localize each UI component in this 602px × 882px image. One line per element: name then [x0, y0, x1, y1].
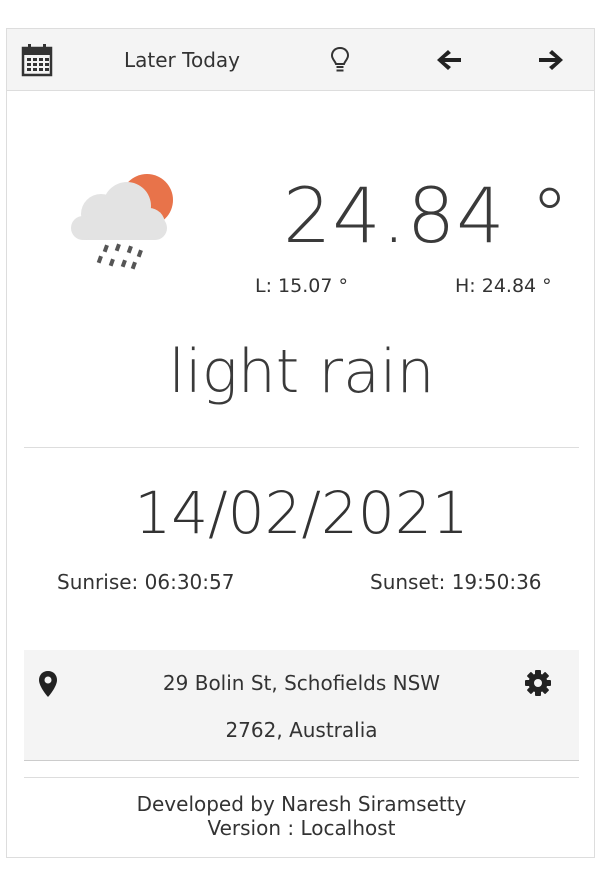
current-temperature: 24.84 °: [283, 171, 570, 260]
developer-credit: Developed by Naresh Siramsetty: [136, 792, 467, 816]
divider: [24, 777, 579, 778]
footer: Developed by Naresh Siramsetty Version :…: [7, 792, 596, 840]
weather-description: light rain: [168, 337, 435, 407]
later-today-button[interactable]: Later Today: [107, 29, 257, 91]
location-panel: 29 Bolin St, Schofields NSW 2762, Austra…: [24, 650, 579, 761]
arrow-right-icon[interactable]: [533, 29, 569, 91]
sunset-time: Sunset: 19:50:36: [370, 570, 542, 594]
sunrise-time: Sunrise: 06:30:57: [57, 570, 235, 594]
calendar-icon[interactable]: [17, 29, 57, 91]
gear-icon[interactable]: [524, 669, 552, 701]
arrow-left-icon[interactable]: [431, 29, 467, 91]
weather-card: Later Today 24.84 ° L: 15.07 ° H: 24.84 …: [6, 28, 595, 858]
address-line-1: 29 Bolin St, Schofields NSW: [162, 671, 441, 695]
low-temperature: L: 15.07 °: [255, 275, 348, 297]
address-line-2: 2762, Australia: [225, 718, 378, 742]
date: 14/02/2021: [134, 479, 469, 547]
lightbulb-icon[interactable]: [325, 29, 355, 91]
divider: [24, 447, 579, 448]
toolbar: Later Today: [7, 29, 594, 91]
rain-cloud-sun-icon: [71, 174, 183, 278]
version-label: Version : Localhost: [207, 816, 396, 840]
high-temperature: H: 24.84 °: [455, 275, 552, 297]
